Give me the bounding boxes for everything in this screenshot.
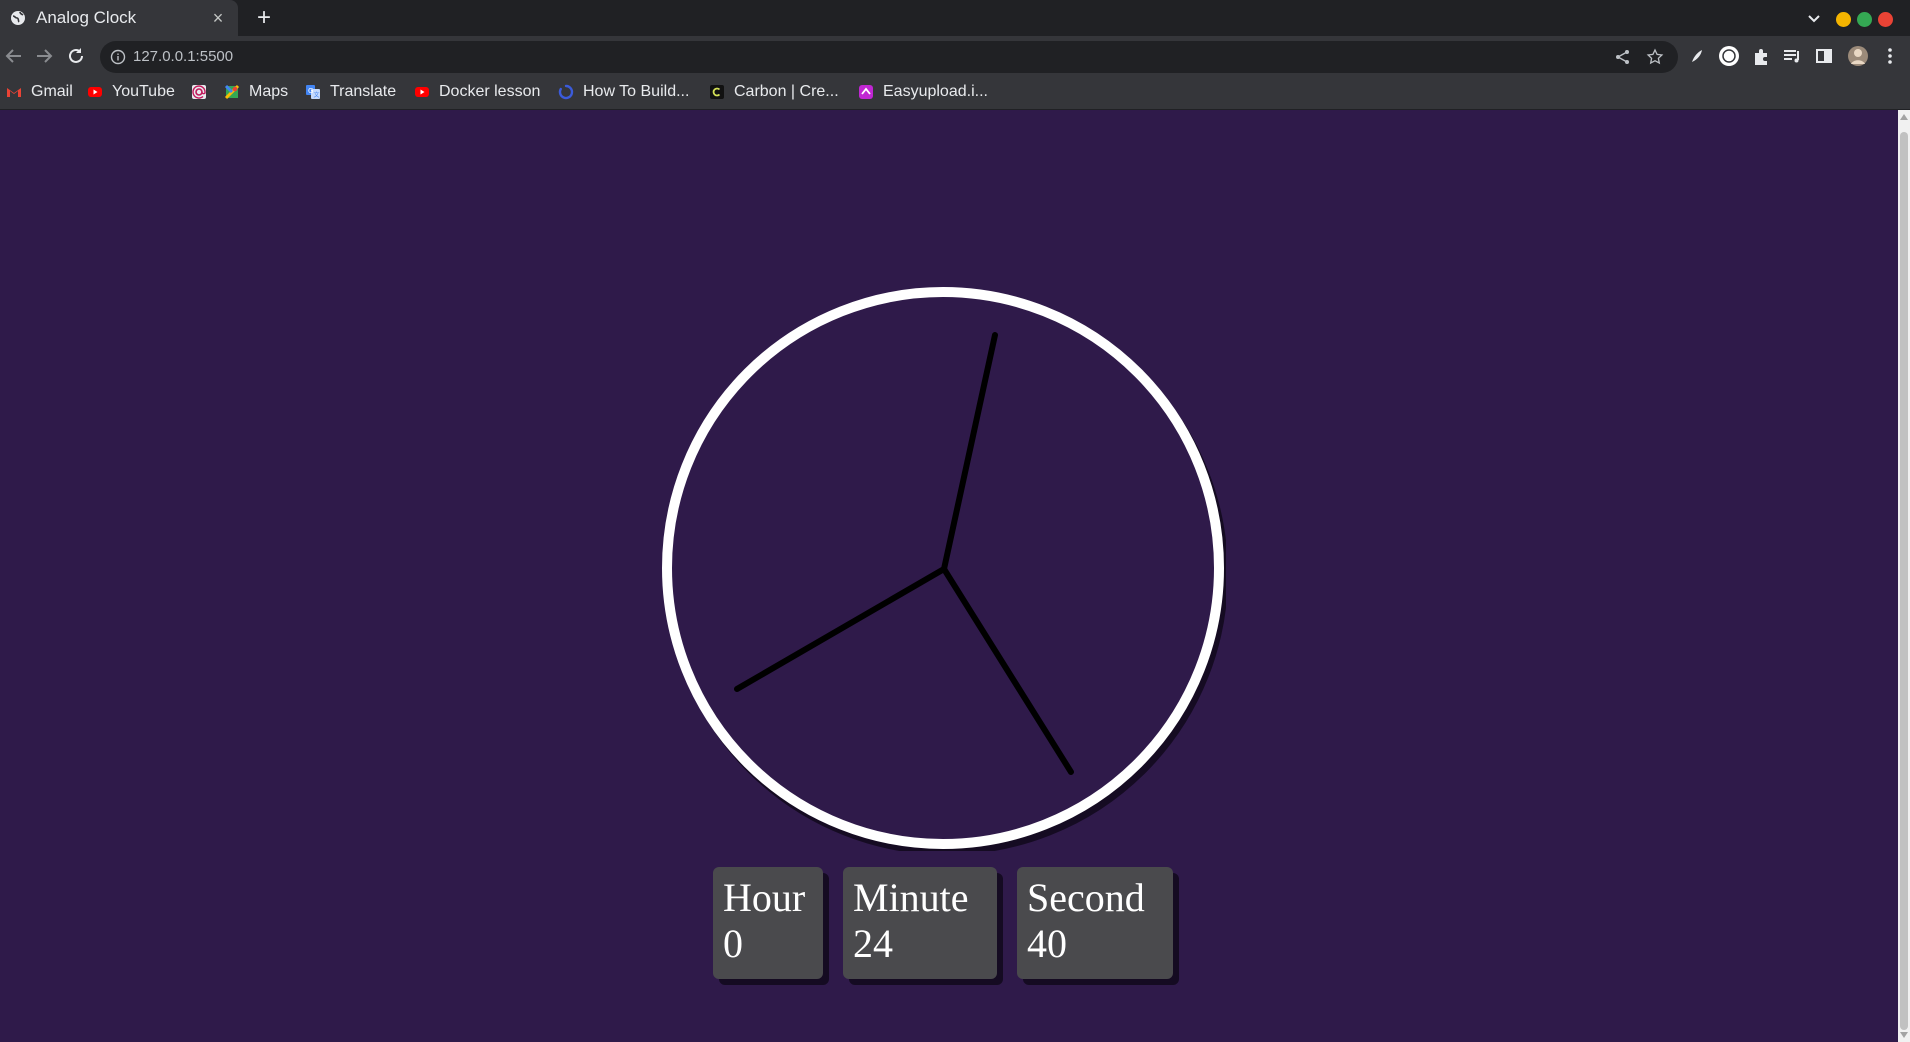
forward-arrow-icon[interactable] <box>32 44 56 68</box>
info-icon[interactable] <box>110 49 126 65</box>
more-menu-icon[interactable] <box>1879 45 1901 67</box>
bookmark-carbon[interactable]: Carbon | Cre... <box>709 80 839 104</box>
bookmark-gmail[interactable]: Gmail <box>6 80 73 104</box>
scroll-up-icon[interactable] <box>1900 114 1908 120</box>
svg-text:文: 文 <box>314 91 320 99</box>
carbon-icon <box>709 84 725 100</box>
bookmark-label: Translate <box>330 83 397 100</box>
youtube-icon <box>87 84 103 100</box>
url-text: 127.0.0.1:5500 <box>133 48 234 65</box>
youtube-icon <box>414 84 430 100</box>
bookmark-label: Easyupload.i... <box>883 83 988 100</box>
tab-strip: Analog Clock × + <box>0 0 1910 36</box>
bookmark-translate[interactable]: G文 Translate <box>305 80 396 104</box>
minute-value: 24 <box>853 921 893 966</box>
bookmark-how-to-build[interactable]: How To Build... <box>558 80 689 104</box>
browser-chrome: Analog Clock × + 127.0.0.1:5500 Gmail Yo… <box>0 0 1910 110</box>
window-close-button[interactable] <box>1878 12 1893 27</box>
hour-box: Hour 0 <box>713 867 823 979</box>
bookmark-label: Docker lesson <box>439 83 541 100</box>
scroll-down-icon[interactable] <box>1900 1032 1908 1038</box>
vertical-scrollbar[interactable] <box>1898 110 1910 1042</box>
loader-icon <box>558 84 574 100</box>
gmail-icon <box>6 84 22 100</box>
globe-icon <box>10 10 26 26</box>
window-maximize-button[interactable] <box>1857 12 1872 27</box>
window-minimize-button[interactable] <box>1836 12 1851 27</box>
address-bar[interactable]: 127.0.0.1:5500 <box>100 41 1678 73</box>
tab-title: Analog Clock <box>36 8 137 27</box>
minute-label: Minute <box>853 875 969 920</box>
bookmark-label: Gmail <box>31 83 73 100</box>
new-tab-button[interactable]: + <box>250 4 278 32</box>
profile-avatar-icon[interactable] <box>1847 45 1869 67</box>
chevron-down-icon[interactable] <box>1802 6 1826 30</box>
maps-icon <box>224 84 240 100</box>
bookmark-maps[interactable]: Maps <box>224 80 288 104</box>
bookmark-label: How To Build... <box>583 83 690 100</box>
hour-value: 0 <box>723 921 743 966</box>
at-icon <box>191 84 207 100</box>
second-label: Second <box>1027 875 1145 920</box>
bookmark-label: Maps <box>249 83 289 100</box>
minute-box: Minute 24 <box>843 867 997 979</box>
bookmark-star-icon[interactable] <box>1646 48 1664 66</box>
time-readout: Hour 0 Minute 24 Second 40 <box>713 867 1173 979</box>
extension-feather-icon[interactable] <box>1686 45 1708 67</box>
share-icon[interactable] <box>1614 48 1632 66</box>
media-queue-icon[interactable] <box>1781 45 1803 67</box>
bookmark-easyupload[interactable]: Easyupload.i... <box>858 80 988 104</box>
reload-icon[interactable] <box>64 44 88 68</box>
bookmarks-bar: Gmail YouTube Maps G文 Translate Docker l… <box>0 78 1910 106</box>
tab-close-icon[interactable]: × <box>208 8 228 29</box>
extension-circle-icon[interactable] <box>1718 45 1740 67</box>
scrollbar-thumb[interactable] <box>1900 132 1908 1030</box>
bookmark-at[interactable] <box>191 80 216 104</box>
second-box: Second 40 <box>1017 867 1173 979</box>
bookmark-label: Carbon | Cre... <box>734 83 839 100</box>
browser-tab-active[interactable]: Analog Clock × <box>0 0 238 36</box>
second-value: 40 <box>1027 921 1067 966</box>
bookmark-label: YouTube <box>112 83 175 100</box>
bookmark-youtube[interactable]: YouTube <box>87 80 175 104</box>
side-panel-icon[interactable] <box>1813 45 1835 67</box>
easyupload-icon <box>858 84 874 100</box>
bookmark-docker-lesson[interactable]: Docker lesson <box>414 80 540 104</box>
browser-toolbar: 127.0.0.1:5500 <box>0 36 1910 76</box>
analog-clock <box>662 287 1226 851</box>
puzzle-extensions-icon[interactable] <box>1750 45 1772 67</box>
translate-icon: G文 <box>305 84 321 100</box>
hour-label: Hour <box>723 875 806 920</box>
back-arrow-icon[interactable] <box>2 44 26 68</box>
